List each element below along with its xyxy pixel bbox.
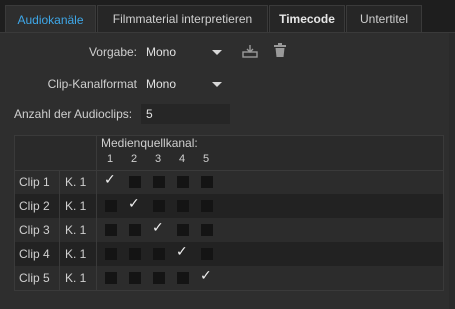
table-row: Clip 4 K. 1 ✓ bbox=[15, 242, 443, 266]
table-row: Clip 2 K. 1 ✓ bbox=[15, 194, 443, 218]
clip-name: Clip 2 bbox=[19, 199, 50, 213]
channel-number-4: 4 bbox=[178, 153, 186, 165]
checkmark-icon: ✓ bbox=[200, 267, 212, 283]
checkmark-icon: ✓ bbox=[128, 195, 140, 211]
clip-format-dropdown-value: Mono bbox=[146, 77, 177, 91]
table-row: Clip 3 K. 1 ✓ bbox=[15, 218, 443, 242]
channel-checkbox[interactable]: ✓ bbox=[200, 268, 213, 284]
source-channel-header: Medienquellkanal: bbox=[101, 136, 198, 150]
channel-checkbox[interactable] bbox=[177, 200, 189, 212]
preset-dropdown[interactable]: Mono bbox=[146, 42, 228, 62]
channel-checkbox[interactable]: ✓ bbox=[176, 244, 189, 260]
channel-checkbox[interactable] bbox=[153, 272, 165, 284]
tab-bar: Audiokanäle Filmmaterial interpretieren … bbox=[0, 0, 455, 33]
channel-checkbox[interactable] bbox=[177, 272, 189, 284]
channel-checkbox[interactable] bbox=[201, 248, 213, 260]
clip-name: Clip 5 bbox=[19, 271, 50, 285]
channel-checkbox[interactable] bbox=[153, 176, 165, 188]
channel-checkbox[interactable] bbox=[201, 224, 213, 236]
clip-name: Clip 1 bbox=[19, 175, 50, 189]
tab-filmmaterial-interpretieren[interactable]: Filmmaterial interpretieren bbox=[97, 5, 268, 32]
channel-checkbox[interactable] bbox=[153, 248, 165, 260]
checkmark-icon: ✓ bbox=[104, 171, 116, 187]
audio-clips-count-label: Anzahl der Audioclips: bbox=[14, 107, 133, 121]
tab-timecode[interactable]: Timecode bbox=[269, 5, 345, 32]
channel-checkbox[interactable] bbox=[201, 200, 213, 212]
grid-header bbox=[15, 136, 443, 170]
chevron-down-icon bbox=[212, 50, 222, 55]
clip-channel: K. 1 bbox=[65, 199, 87, 213]
table-row: Clip 1 K. 1 ✓ bbox=[15, 170, 443, 194]
channel-checkbox[interactable] bbox=[129, 224, 141, 236]
channel-checkbox[interactable] bbox=[201, 176, 213, 188]
channel-checkbox[interactable] bbox=[105, 200, 117, 212]
trash-icon[interactable] bbox=[273, 43, 287, 58]
channel-number-5: 5 bbox=[202, 153, 210, 165]
clip-format-dropdown[interactable]: Mono bbox=[146, 74, 228, 94]
channel-checkbox[interactable] bbox=[177, 176, 189, 188]
channel-checkbox[interactable]: ✓ bbox=[104, 172, 117, 188]
clip-channel: K. 1 bbox=[65, 271, 87, 285]
preset-label: Vorgabe: bbox=[88, 45, 137, 59]
clip-format-label: Clip-Kanalformat bbox=[47, 77, 137, 91]
chevron-down-icon bbox=[212, 82, 222, 87]
save-preset-icon[interactable] bbox=[242, 44, 258, 58]
tab-audiokanaele[interactable]: Audiokanäle bbox=[5, 5, 96, 33]
channel-number-3: 3 bbox=[154, 153, 162, 165]
clip-name: Clip 4 bbox=[19, 247, 50, 261]
channel-mapping-grid: Medienquellkanal: 1 2 3 4 5 Clip 1 K. 1 … bbox=[14, 135, 444, 291]
clip-channel: K. 1 bbox=[65, 175, 87, 189]
audio-clips-count-input[interactable]: 5 bbox=[141, 104, 230, 124]
channel-number-1: 1 bbox=[106, 153, 114, 165]
channel-checkbox[interactable] bbox=[105, 272, 117, 284]
channel-number-2: 2 bbox=[130, 153, 138, 165]
channel-checkbox[interactable] bbox=[129, 272, 141, 284]
preset-dropdown-value: Mono bbox=[146, 45, 177, 59]
grid-divider bbox=[96, 136, 97, 290]
tab-untertitel[interactable]: Untertitel bbox=[346, 5, 422, 32]
checkmark-icon: ✓ bbox=[152, 219, 164, 235]
channel-checkbox[interactable] bbox=[105, 224, 117, 236]
checkmark-icon: ✓ bbox=[176, 243, 188, 259]
channel-checkbox[interactable]: ✓ bbox=[152, 220, 165, 236]
channel-checkbox[interactable]: ✓ bbox=[128, 196, 141, 212]
grid-divider bbox=[59, 170, 60, 290]
channel-checkbox[interactable] bbox=[153, 200, 165, 212]
channel-checkbox[interactable] bbox=[177, 224, 189, 236]
channel-checkbox[interactable] bbox=[129, 248, 141, 260]
channel-checkbox[interactable] bbox=[105, 248, 117, 260]
clip-name: Clip 3 bbox=[19, 223, 50, 237]
panel-edge bbox=[449, 33, 455, 309]
table-row: Clip 5 K. 1 ✓ bbox=[15, 266, 443, 290]
clip-channel: K. 1 bbox=[65, 223, 87, 237]
grid-divider bbox=[15, 170, 443, 171]
channel-checkbox[interactable] bbox=[129, 176, 141, 188]
clip-channel: K. 1 bbox=[65, 247, 87, 261]
